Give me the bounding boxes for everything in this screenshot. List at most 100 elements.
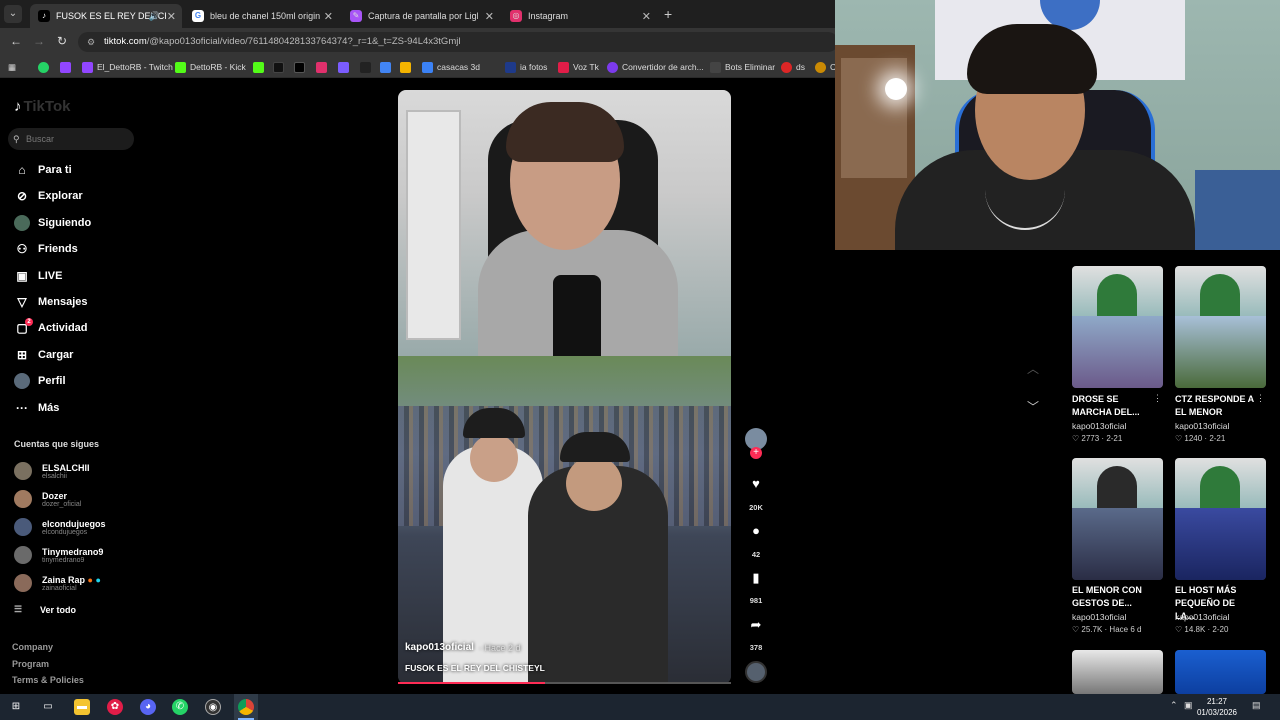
recommendation-thumbnail[interactable]: [1072, 458, 1163, 580]
share-count: 378: [749, 643, 763, 652]
bookmark-ia-fotos[interactable]: ia fotos: [505, 60, 547, 74]
nav-siguiendo[interactable]: Siguiendo: [14, 214, 91, 232]
see-all-link[interactable]: ☰ Ver todo: [14, 604, 76, 615]
following-item[interactable]: Tinymedrano9 tinymedrano9: [14, 544, 103, 566]
heart-icon[interactable]: ♥: [745, 476, 767, 491]
bookmark-tiktok[interactable]: [273, 60, 288, 74]
obs-icon[interactable]: ◉: [205, 699, 221, 715]
bookmark-kick[interactable]: [253, 60, 268, 74]
site-info-icon[interactable]: ⚙: [87, 32, 95, 52]
blanket: [1195, 170, 1280, 250]
app-red-icon[interactable]: ✿: [107, 699, 123, 715]
network-icon[interactable]: ▣: [1184, 700, 1193, 711]
recommendation-author[interactable]: kapo013oficial: [1072, 421, 1126, 431]
nav-live[interactable]: ▣ LIVE: [14, 267, 62, 285]
following-item[interactable]: elcondujuegos elcondujuegos: [14, 516, 106, 538]
discord-icon[interactable]: ◕: [140, 699, 156, 715]
new-tab-button[interactable]: +: [664, 6, 672, 22]
apps-icon[interactable]: ▦: [8, 60, 16, 74]
following-item[interactable]: Dozer dozer_oficial: [14, 488, 81, 510]
follow-plus-icon[interactable]: +: [750, 447, 762, 459]
whatsapp-icon[interactable]: ✆: [172, 699, 188, 715]
bookmark-icon[interactable]: ▮: [745, 570, 767, 586]
recommendation-thumbnail[interactable]: [1072, 266, 1163, 388]
task-view-icon[interactable]: ▭: [40, 699, 56, 715]
bookmark-ds[interactable]: ds: [781, 60, 805, 74]
bookmark-convertidor[interactable]: Convertidor de arch...: [607, 60, 704, 74]
recommendation-thumbnail[interactable]: [1175, 650, 1266, 694]
close-icon[interactable]: ✕: [485, 10, 494, 23]
footer-link-company[interactable]: Company: [12, 642, 53, 652]
twitch-icon: [60, 61, 71, 73]
recommendation-title[interactable]: EL MENOR CON GESTOS DE...: [1072, 584, 1152, 610]
next-video-icon[interactable]: ﹀: [1027, 398, 1039, 415]
nav-actividad[interactable]: ▢ 2 Actividad: [14, 318, 88, 337]
tiktok-logo[interactable]: ♪ TikTok: [14, 98, 70, 115]
bookmark-canva[interactable]: [338, 60, 353, 74]
bookmark-casacas-3d[interactable]: casacas 3d: [422, 60, 480, 74]
bookmark-el-dettorb-twitch[interactable]: El_DettoRB - Twitch: [82, 60, 173, 74]
recommendation-author[interactable]: kapo013oficial: [1175, 612, 1229, 622]
bookmark-voz-tk[interactable]: Voz Tk: [558, 60, 599, 74]
notifications-icon[interactable]: ▤: [1252, 700, 1261, 711]
bookmark-bots-eliminar[interactable]: Bots Eliminar: [710, 60, 775, 74]
recommendation-title[interactable]: CTZ RESPONDE A EL MENOR: [1175, 393, 1255, 419]
search-input[interactable]: ⚲ Buscar: [8, 128, 134, 150]
recommendation-author[interactable]: kapo013oficial: [1072, 612, 1126, 622]
chrome-icon[interactable]: [238, 699, 254, 715]
bookmark-c[interactable]: C: [815, 60, 836, 74]
previous-video-icon[interactable]: ︿: [1027, 360, 1039, 377]
nav-mensajes[interactable]: ▽ Mensajes: [14, 293, 87, 311]
nav-para-ti[interactable]: ⌂ Para ti: [14, 161, 71, 179]
recommendation-thumbnail[interactable]: [1072, 650, 1163, 694]
share-icon[interactable]: ➦: [745, 617, 767, 633]
nav-cargar[interactable]: ⊞ Cargar: [14, 346, 74, 364]
tab-google[interactable]: G bleu de chanel 150ml original - ✕: [184, 4, 339, 28]
home-icon: ⌂: [18, 163, 26, 177]
forward-icon[interactable]: →: [33, 34, 45, 48]
nav-perfil[interactable]: Perfil: [14, 372, 66, 390]
close-icon[interactable]: ✕: [324, 10, 333, 23]
recommendation-stats: ♡ 2773 · 2-21: [1072, 434, 1123, 443]
close-icon[interactable]: ✕: [642, 10, 651, 23]
tray-chevron-icon[interactable]: ⌃: [1170, 700, 1178, 711]
more-options-icon[interactable]: ⋮: [1256, 393, 1265, 404]
back-icon[interactable]: ←: [10, 34, 22, 48]
bookmark-generic[interactable]: [360, 60, 375, 74]
nav-mas[interactable]: ··· Más: [14, 399, 59, 417]
video-player[interactable]: [398, 90, 731, 684]
windows-start-icon[interactable]: ⊞: [8, 699, 24, 715]
bookmark-folder[interactable]: [400, 60, 415, 74]
recommendation-author[interactable]: kapo013oficial: [1175, 421, 1229, 431]
more-options-icon[interactable]: ⋮: [1153, 393, 1162, 404]
following-item[interactable]: ELSALCHII elsalchii: [14, 460, 90, 482]
nav-explorar[interactable]: ⊘ Explorar: [14, 187, 83, 205]
following-item[interactable]: Zaina Rap ● ● zainaoficial: [14, 572, 101, 594]
url-field[interactable]: ⚙ tiktok.com/@kapo013oficial/video/76114…: [78, 32, 838, 52]
reload-icon[interactable]: ↻: [57, 34, 67, 48]
speaker-icon[interactable]: 🔊: [149, 11, 160, 22]
tab-lightshot[interactable]: ✎ Captura de pantalla por Lightsh ✕: [342, 4, 500, 28]
tab-tiktok[interactable]: ♪ FUSOK ES EL REY DEL CHIS 🔊 ✕: [30, 4, 182, 28]
comment-icon[interactable]: ●: [745, 523, 767, 538]
system-clock[interactable]: 21:27 01/03/2026: [1195, 696, 1239, 718]
bookmark-x[interactable]: [294, 60, 309, 74]
bookmark-whatsapp[interactable]: [38, 60, 53, 74]
bookmark-dettorb-kick[interactable]: DettoRB - Kick: [175, 60, 246, 74]
tab-instagram[interactable]: ◎ Instagram ✕: [502, 4, 657, 28]
footer-link-program[interactable]: Program: [12, 659, 49, 669]
close-icon[interactable]: ✕: [167, 10, 176, 23]
bookmark-twitch[interactable]: [60, 60, 75, 74]
tab-search-button[interactable]: ⌄: [4, 5, 22, 23]
recommendation-thumbnail[interactable]: [1175, 458, 1266, 580]
nav-friends[interactable]: ⚇ Friends: [14, 240, 78, 258]
bookmark-instagram[interactable]: [316, 60, 331, 74]
recommendation-thumbnail[interactable]: [1175, 266, 1266, 388]
file-explorer-icon[interactable]: ▬: [74, 699, 90, 715]
footer-link-terms[interactable]: Terms & Policies: [12, 675, 84, 685]
video-author[interactable]: kapo013oficial: [405, 642, 474, 653]
video-progress-bar[interactable]: [398, 682, 731, 684]
music-disc-icon[interactable]: [745, 661, 767, 683]
bookmark-chrome[interactable]: [380, 60, 395, 74]
recommendation-title[interactable]: DROSE SE MARCHA DEL...: [1072, 393, 1152, 419]
